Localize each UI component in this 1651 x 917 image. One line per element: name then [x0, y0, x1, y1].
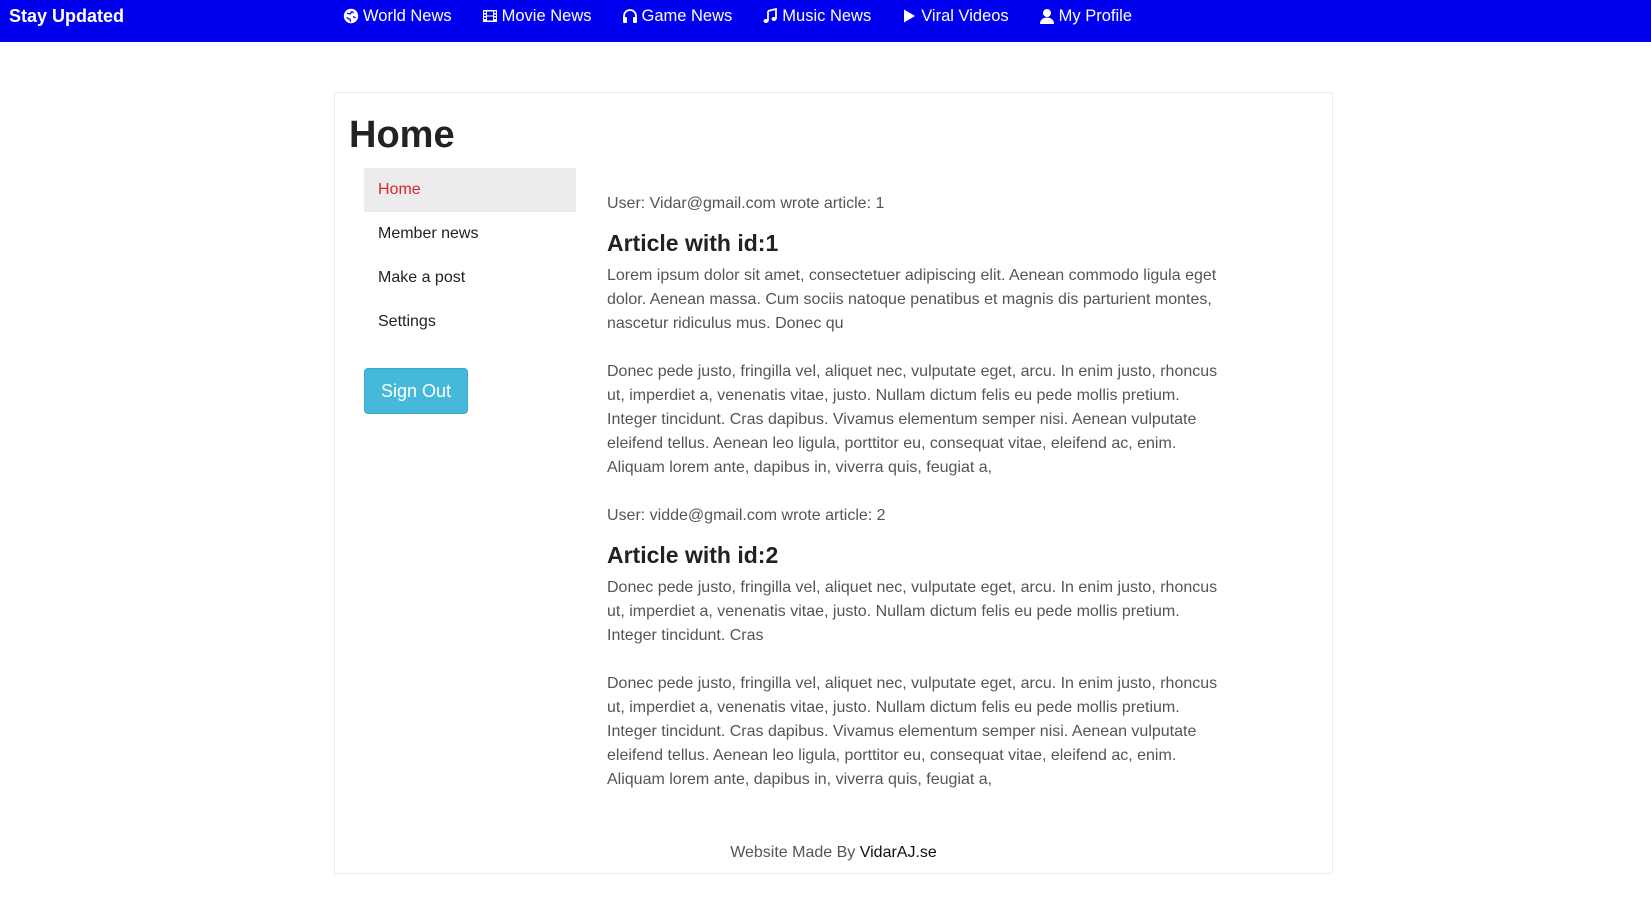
nav-label: Game News — [641, 7, 733, 25]
nav-label: Movie News — [501, 7, 592, 25]
main-panel: Home Home Member news Make a post Settin… — [334, 92, 1333, 874]
footer: Website Made By VidarAJ.se — [335, 842, 1332, 864]
nav-item-music-news[interactable]: Music News — [762, 6, 871, 26]
music-note-icon — [762, 8, 778, 24]
sign-out-button[interactable]: Sign Out — [364, 368, 468, 414]
article-paragraph: Donec pede justo, fringilla vel, aliquet… — [607, 363, 1218, 476]
article-title: Article with id:1 — [607, 230, 779, 256]
headphones-icon — [622, 8, 638, 24]
film-icon — [482, 8, 498, 24]
side-menu: Home Member news Make a post Settings — [364, 168, 576, 344]
footer-link[interactable]: VidarAJ.se — [860, 844, 937, 861]
article-title: Article with id:2 — [607, 542, 779, 568]
nav-label: My Profile — [1058, 7, 1133, 25]
nav-item-game-news[interactable]: Game News — [622, 6, 733, 26]
nav-label: Viral Videos — [921, 7, 1009, 25]
nav-label: World News — [363, 7, 452, 25]
footer-text: Website Made By — [730, 844, 856, 861]
article-meta: User: Vidar@gmail.com wrote article: 1 — [607, 195, 885, 212]
nav-item-my-profile[interactable]: My Profile — [1039, 6, 1132, 26]
top-navbar: Stay Updated World News Movie News Game … — [0, 0, 1651, 42]
sidebar-item-settings[interactable]: Settings — [364, 300, 576, 344]
sidebar-item-make-a-post[interactable]: Make a post — [364, 256, 576, 300]
article: User: Vidar@gmail.com wrote article: 1 A… — [607, 192, 1227, 480]
nav-item-movie-news[interactable]: Movie News — [482, 6, 592, 26]
article-paragraph: Lorem ipsum dolor sit amet, consectetuer… — [607, 267, 1217, 332]
user-icon — [1039, 8, 1055, 24]
article-meta: User: vidde@gmail.com wrote article: 2 — [607, 507, 886, 524]
globe-icon — [343, 8, 359, 24]
nav-item-viral-videos[interactable]: Viral Videos — [901, 6, 1009, 26]
article: User: vidde@gmail.com wrote article: 2 A… — [607, 504, 1227, 792]
play-icon — [901, 8, 917, 24]
nav-item-world-news[interactable]: World News — [343, 6, 452, 26]
article-paragraph: Donec pede justo, fringilla vel, aliquet… — [607, 579, 1218, 644]
article-paragraph: Donec pede justo, fringilla vel, aliquet… — [607, 675, 1218, 788]
nav-label: Music News — [782, 7, 872, 25]
sidebar-item-home[interactable]: Home — [364, 168, 576, 212]
sidebar-item-member-news[interactable]: Member news — [364, 212, 576, 256]
brand-title[interactable]: Stay Updated — [9, 5, 124, 27]
article-feed: User: Vidar@gmail.com wrote article: 1 A… — [607, 192, 1227, 816]
page-title: Home — [349, 114, 455, 156]
main-nav: World News Movie News Game News Music Ne… — [343, 0, 1162, 42]
